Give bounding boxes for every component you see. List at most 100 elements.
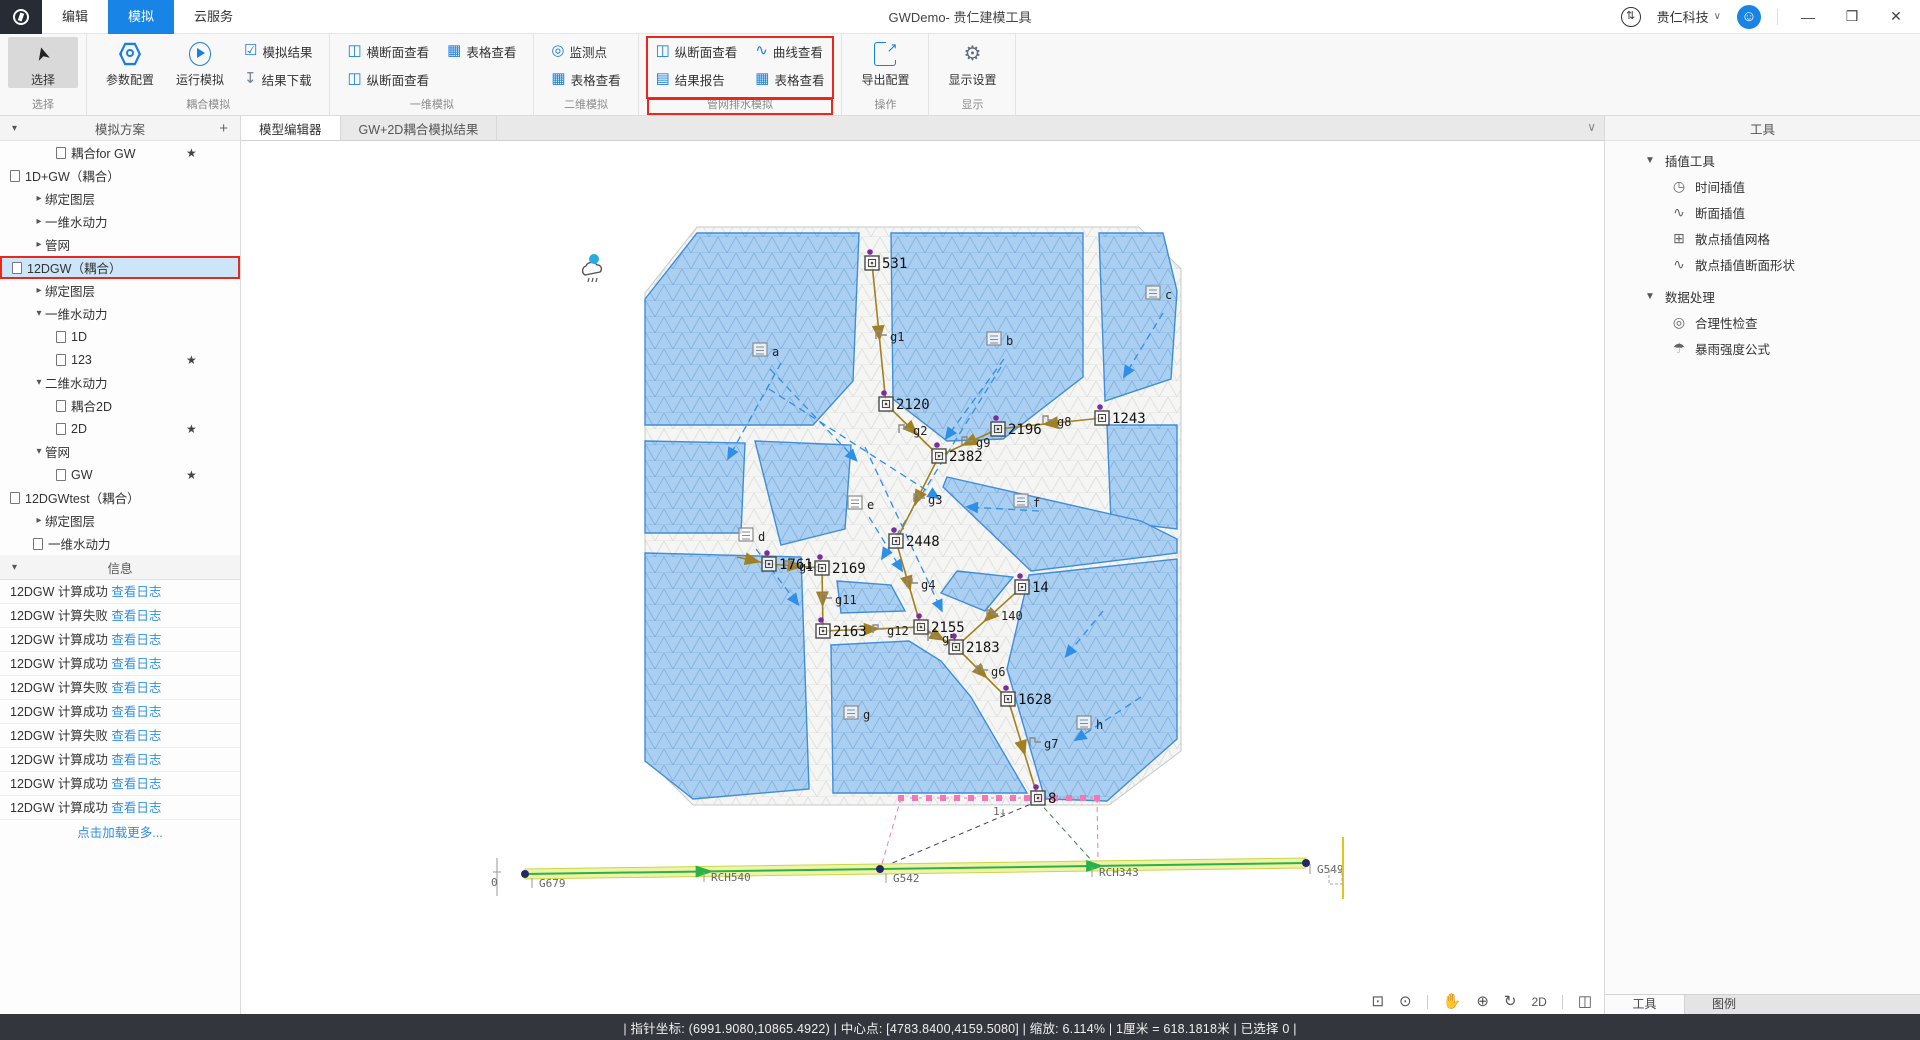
- tools-panel-title: 工具: [1605, 119, 1920, 138]
- ribbon-button-纵断面查看[interactable]: ◫纵断面查看: [647, 37, 747, 65]
- tree-item-1D[interactable]: 1D: [0, 325, 240, 348]
- ribbon-button-监测点[interactable]: ◎监测点: [542, 37, 629, 65]
- ribbon-button-结果报告[interactable]: ▤结果报告: [647, 65, 747, 93]
- report-icon: ▤: [656, 71, 670, 87]
- view-log-link[interactable]: 查看日志: [111, 753, 161, 767]
- menu-tab-云服务[interactable]: 云服务: [174, 0, 253, 34]
- view-log-link[interactable]: 查看日志: [111, 777, 161, 791]
- load-more-link[interactable]: 点击加载更多...: [0, 820, 240, 846]
- fullscreen-icon[interactable]: ⊡: [1371, 993, 1384, 1011]
- tree-item-123[interactable]: 123★: [0, 348, 240, 371]
- tool-断面插值[interactable]: ∿断面插值: [1605, 199, 1920, 225]
- tool-合理性检查[interactable]: ◎合理性检查: [1605, 309, 1920, 335]
- tree-item-一维水动力[interactable]: ▸一维水动力: [0, 210, 240, 233]
- grid-icon: ⊞: [1671, 230, 1687, 247]
- ribbon-button-结果下载[interactable]: ↧结果下载: [235, 65, 321, 93]
- view-log-link[interactable]: 查看日志: [111, 657, 161, 671]
- ribbon-button-运行模拟[interactable]: 运行模拟: [165, 37, 235, 88]
- log-row: 12DGW 计算成功 查看日志: [0, 628, 240, 652]
- tool-散点插值网格[interactable]: ⊞散点插值网格: [1605, 225, 1920, 251]
- tree-item-绑定图层[interactable]: ▸绑定图层: [0, 509, 240, 532]
- view-log-link[interactable]: 查看日志: [111, 729, 161, 743]
- tree-item-2D[interactable]: 2D★: [0, 417, 240, 440]
- tree-item-绑定图层[interactable]: ▸绑定图层: [0, 279, 240, 302]
- tool-label: 合理性检查: [1695, 313, 1758, 332]
- avatar[interactable]: ☺: [1737, 5, 1761, 29]
- ribbon-button-显示设置[interactable]: ⚙显示设置: [937, 37, 1007, 88]
- canvas-tab-GW+2D耦合模拟结果[interactable]: GW+2D耦合模拟结果: [341, 116, 498, 140]
- view-log-link[interactable]: 查看日志: [111, 801, 161, 815]
- chevron-right-icon[interactable]: ▸: [33, 285, 45, 296]
- tree-item-二维水动力[interactable]: ▾二维水动力: [0, 371, 240, 394]
- pipe-label: g9: [976, 436, 990, 450]
- tree-item-耦合for GW[interactable]: 耦合for GW★: [0, 141, 240, 164]
- app-logo[interactable]: [0, 0, 42, 34]
- view-log-link[interactable]: 查看日志: [111, 585, 161, 599]
- chevron-right-icon[interactable]: ▸: [33, 515, 45, 526]
- tree-item-12DGW（耦合）[interactable]: 12DGW（耦合）: [0, 256, 240, 279]
- tree-item-耦合2D[interactable]: 耦合2D: [0, 394, 240, 417]
- ribbon-button-模拟结果[interactable]: ☑模拟结果: [235, 37, 321, 65]
- tool-暴雨强度公式[interactable]: ☂暴雨强度公式: [1605, 335, 1920, 361]
- tree-item-管网[interactable]: ▾管网: [0, 440, 240, 463]
- ribbon-button-参数配置[interactable]: 参数配置: [95, 37, 165, 88]
- log-text: 12DGW 计算成功: [10, 585, 111, 599]
- log-text: 12DGW 计算成功: [10, 777, 111, 791]
- ribbon-button-表格查看[interactable]: ▦表格查看: [438, 37, 525, 65]
- ribbon-button-横断面查看[interactable]: ◫横断面查看: [338, 37, 438, 65]
- menu-tab-模拟[interactable]: 模拟: [108, 0, 174, 34]
- node-label: 2155: [931, 620, 965, 636]
- tool-时间插值[interactable]: ◷时间插值: [1605, 173, 1920, 199]
- pipe-label: g8: [1057, 415, 1071, 429]
- panel-tab-图例[interactable]: 图例: [1684, 995, 1763, 1014]
- view-log-link[interactable]: 查看日志: [111, 705, 161, 719]
- close-button[interactable]: ✕: [1882, 8, 1910, 25]
- ribbon-button-表格查看[interactable]: ▦表格查看: [542, 65, 629, 93]
- tree-item-label: 1D+GW（耦合）: [25, 166, 120, 185]
- tree-item-GW[interactable]: GW★: [0, 463, 240, 486]
- view-log-link[interactable]: 查看日志: [111, 609, 161, 623]
- panel-tab-工具[interactable]: 工具: [1605, 995, 1684, 1014]
- tree-item-一维水动力[interactable]: ▾一维水动力: [0, 302, 240, 325]
- tree-item-12DGWtest（耦合）[interactable]: 12DGWtest（耦合）: [0, 486, 240, 509]
- ribbon-button-纵断面查看[interactable]: ◫纵断面查看: [338, 65, 438, 93]
- zoom-extents-icon[interactable]: ⊙: [1399, 993, 1412, 1011]
- tool-group-插值工具[interactable]: ▼插值工具: [1605, 147, 1920, 173]
- canvas-tab-模型编辑器[interactable]: 模型编辑器: [241, 116, 341, 140]
- tool-group-数据处理[interactable]: ▼数据处理: [1605, 283, 1920, 309]
- tree-item-管网[interactable]: ▸管网: [0, 233, 240, 256]
- pan-icon[interactable]: ✋: [1443, 993, 1462, 1011]
- zoom-in-icon[interactable]: ⊕: [1476, 993, 1489, 1011]
- chevron-down-icon[interactable]: ▾: [33, 377, 45, 388]
- chevron-right-icon[interactable]: ▸: [33, 216, 45, 227]
- ribbon-button-导出配置[interactable]: 导出配置: [850, 37, 920, 88]
- profile-label: G542: [893, 872, 920, 885]
- tree-item-一维水动力[interactable]: 一维水动力: [0, 532, 240, 555]
- tab-overflow-chevron-icon[interactable]: ∨: [1587, 120, 1596, 134]
- chevron-right-icon[interactable]: ▸: [33, 193, 45, 204]
- tree-item-绑定图层[interactable]: ▸绑定图层: [0, 187, 240, 210]
- titlebar-divider: [1777, 9, 1778, 25]
- chevron-down-icon[interactable]: ▾: [33, 446, 45, 457]
- company-menu[interactable]: 贵仁科技 ∨: [1657, 7, 1721, 26]
- ribbon-button-曲线查看[interactable]: ∿曲线查看: [746, 37, 833, 65]
- ribbon-button-选择[interactable]: ➤选择: [8, 37, 78, 88]
- chevron-down-icon[interactable]: ▾: [33, 308, 45, 319]
- sync-icon[interactable]: ⇅: [1621, 7, 1641, 27]
- split-view-icon[interactable]: ◫: [1578, 993, 1592, 1011]
- chevron-right-icon[interactable]: ▸: [33, 239, 45, 250]
- menu-tab-编辑[interactable]: 编辑: [42, 0, 108, 34]
- log-row: 12DGW 计算失败 查看日志: [0, 604, 240, 628]
- pipe-label: g11: [835, 593, 857, 607]
- add-scheme-button[interactable]: +: [219, 120, 228, 137]
- tool-散点插值断面形状[interactable]: ∿散点插值断面形状: [1605, 251, 1920, 277]
- view-log-link[interactable]: 查看日志: [111, 681, 161, 695]
- tree-item-1D+GW（耦合）[interactable]: 1D+GW（耦合）: [0, 164, 240, 187]
- restore-button[interactable]: ❒: [1838, 8, 1866, 25]
- ribbon-button-表格查看[interactable]: ▦表格查看: [746, 65, 833, 93]
- view-log-link[interactable]: 查看日志: [111, 633, 161, 647]
- map-canvas[interactable]: 1↓g1g2g3g4g5g6g7g8g9g10g11g12140abcdefgh…: [241, 141, 1604, 1014]
- 2d-mode-button[interactable]: 2D: [1531, 993, 1546, 1011]
- refresh-icon[interactable]: ↻: [1504, 993, 1517, 1011]
- minimize-button[interactable]: —: [1794, 9, 1822, 25]
